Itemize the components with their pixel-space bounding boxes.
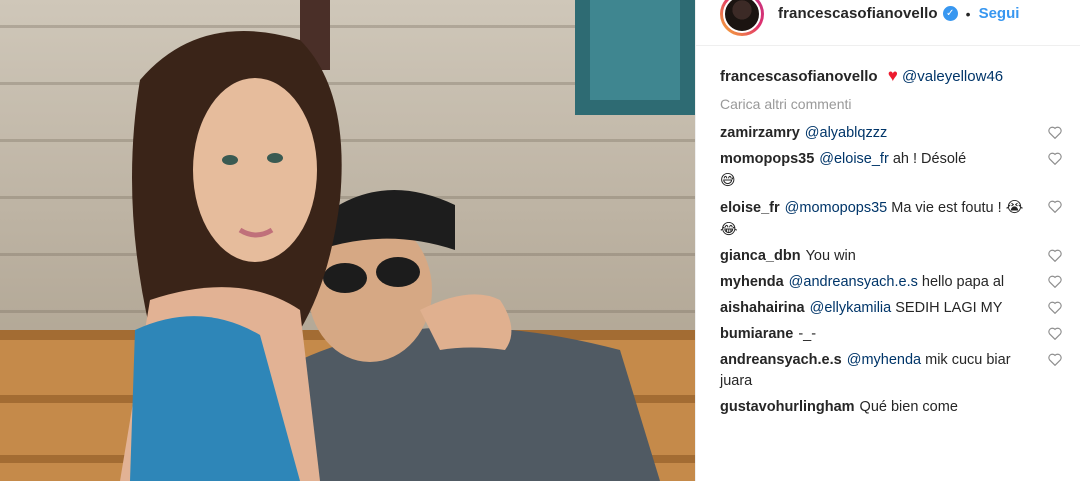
comment-item: andreansyach.e.s @myhenda mik cucu biar j… bbox=[720, 350, 1080, 392]
author-username[interactable]: francescasofianovello bbox=[778, 5, 938, 22]
comment-item: bumiarane -_- bbox=[720, 324, 1080, 345]
comment-list: zamirzamry @alyablqzzz momopops35 @eloise_… bbox=[696, 112, 1080, 418]
comment-emoji: 😅 bbox=[720, 171, 736, 189]
follow-button[interactable]: Segui bbox=[979, 5, 1020, 22]
caption-username[interactable]: francescasofianovello bbox=[720, 68, 878, 85]
comment-item: zamirzamry @alyablqzzz bbox=[720, 123, 1080, 144]
comment-text: Ma vie est foutu ! bbox=[891, 200, 1002, 216]
comment-username[interactable]: myhenda bbox=[720, 274, 784, 290]
comment-mention[interactable]: @myhenda bbox=[847, 352, 921, 368]
header-separator: • bbox=[965, 5, 971, 22]
comment-text: Qué bien come bbox=[859, 399, 958, 415]
comment-username[interactable]: andreansyach.e.s bbox=[720, 352, 842, 368]
heart-outline-icon[interactable] bbox=[1048, 352, 1062, 366]
comment-username[interactable]: aishahairina bbox=[720, 300, 805, 316]
avatar-image bbox=[723, 0, 761, 33]
comment-item: eloise_fr @momopops35 Ma vie est foutu ! … bbox=[720, 197, 1080, 241]
post-viewer: francescasofianovello ✓ • Segui francesc… bbox=[0, 0, 1080, 481]
load-more-comments-button[interactable]: Carica altri commenti bbox=[696, 86, 1080, 112]
comment-mention[interactable]: @momopops35 bbox=[785, 200, 888, 216]
comment-mention[interactable]: @eloise_fr bbox=[819, 151, 889, 167]
heart-outline-icon[interactable] bbox=[1048, 125, 1062, 139]
post-caption: francescasofianovello ♥ @valeyellow46 bbox=[696, 46, 1080, 86]
heart-outline-icon[interactable] bbox=[1048, 274, 1062, 288]
comment-username[interactable]: gianca_dbn bbox=[720, 248, 801, 264]
comment-mention[interactable]: @alyablqzzz bbox=[805, 125, 887, 141]
comment-username[interactable]: zamirzamry bbox=[720, 125, 800, 141]
comment-text: You win bbox=[805, 248, 856, 264]
heart-outline-icon[interactable] bbox=[1048, 151, 1062, 165]
comment-mention[interactable]: @andreansyach.e.s bbox=[789, 274, 918, 290]
comment-username[interactable]: momopops35 bbox=[720, 151, 814, 167]
comment-mention[interactable]: @ellykamilia bbox=[810, 300, 892, 316]
post-photo[interactable] bbox=[0, 0, 695, 481]
avatar[interactable] bbox=[720, 0, 764, 36]
comment-item: gianca_dbn You win bbox=[720, 246, 1080, 267]
heart-outline-icon[interactable] bbox=[1048, 326, 1062, 340]
heart-outline-icon[interactable] bbox=[1048, 300, 1062, 314]
comment-username[interactable]: bumiarane bbox=[720, 326, 793, 342]
red-heart-icon: ♥ bbox=[887, 66, 898, 85]
comment-username[interactable]: gustavohurlingham bbox=[720, 399, 855, 415]
comment-text: SEDIH LAGI MY bbox=[895, 300, 1003, 316]
comment-text: hello papa al bbox=[921, 274, 1005, 290]
comment-text: ah ! Désolé bbox=[892, 151, 967, 167]
photo-illustration bbox=[0, 0, 695, 481]
comments-sidebar: francescasofianovello ✓ • Segui francesc… bbox=[695, 0, 1080, 481]
heart-outline-icon[interactable] bbox=[1048, 248, 1062, 262]
comment-item: myhenda @andreansyach.e.s hello papa al bbox=[720, 272, 1080, 293]
comment-item: aishahairina @ellykamilia SEDIH LAGI MY bbox=[720, 298, 1080, 319]
post-header: francescasofianovello ✓ • Segui bbox=[696, 0, 1080, 46]
verified-badge-icon: ✓ bbox=[942, 6, 958, 21]
comment-item: momopops35 @eloise_fr ah ! Désolé 😅 bbox=[720, 149, 1080, 192]
heart-outline-icon[interactable] bbox=[1048, 199, 1062, 213]
comment-username[interactable]: eloise_fr bbox=[720, 200, 780, 216]
caption-mention[interactable]: @valeyellow46 bbox=[902, 68, 1003, 85]
comment-text: -_- bbox=[798, 326, 817, 342]
comment-item: gustavohurlingham Qué bien come bbox=[720, 397, 1080, 418]
